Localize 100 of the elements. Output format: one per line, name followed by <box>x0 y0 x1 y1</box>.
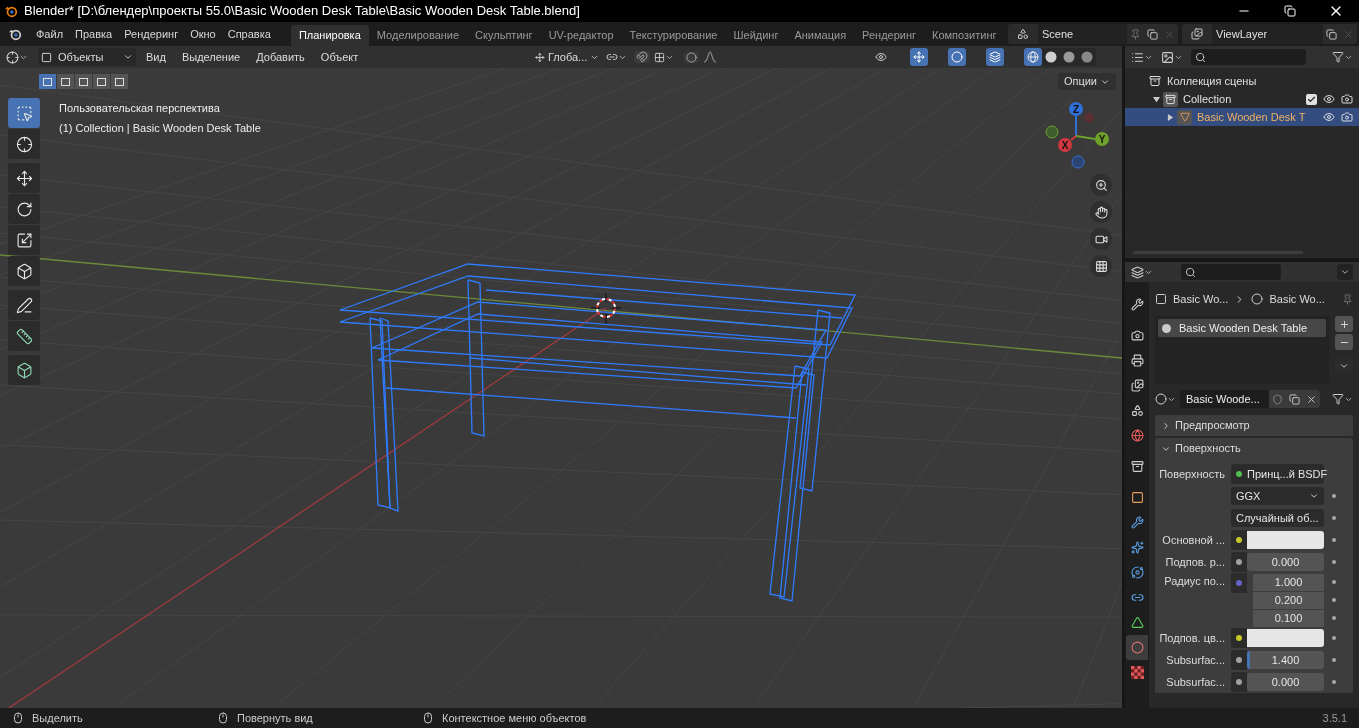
menu-item[interactable]: Объект <box>314 48 365 66</box>
menu-item[interactable]: Правка <box>69 22 119 46</box>
field-label: Поверхность <box>1159 466 1226 482</box>
zoom-button[interactable] <box>1090 174 1112 196</box>
number-field[interactable]: 0.200 <box>1253 591 1324 609</box>
workspace-tab[interactable]: UV-редактор <box>540 25 622 46</box>
move-tool[interactable] <box>8 163 40 193</box>
add-cube-tool[interactable] <box>8 355 40 385</box>
view-layer-selector[interactable]: ViewLayer <box>1182 24 1357 44</box>
workspace-tab[interactable]: Композитинг <box>924 25 1005 46</box>
panel-header[interactable]: Поверхность <box>1155 438 1353 459</box>
panel-header[interactable]: Предпросмотр <box>1155 415 1353 436</box>
breadcrumb-item[interactable]: Basic Wo... <box>1269 290 1325 308</box>
search-field[interactable] <box>1191 49 1306 65</box>
scale-tool[interactable] <box>8 225 40 255</box>
arrows-toggle[interactable] <box>910 48 928 66</box>
workspace-tab[interactable]: Моделирование <box>368 25 468 46</box>
editor-type-button[interactable] <box>1131 265 1153 279</box>
menu-item[interactable]: Вид <box>140 48 172 66</box>
rotate-tool[interactable] <box>8 194 40 224</box>
snap-button[interactable] <box>634 51 651 63</box>
number-field[interactable]: 0.000 <box>1247 553 1324 571</box>
menu-item[interactable]: Файл <box>30 22 70 46</box>
field-label: Подпов. р... <box>1164 554 1226 570</box>
outliner-row[interactable]: Коллекция сцены <box>1125 72 1359 90</box>
number-field[interactable]: 0.000 <box>1247 673 1324 691</box>
remove-slot-button[interactable] <box>1335 334 1353 350</box>
scene-selector[interactable]: Scene <box>1008 24 1178 44</box>
workspace-tab[interactable]: Анимация <box>786 25 855 46</box>
number-field[interactable]: 0.100 <box>1253 609 1324 627</box>
menu-item[interactable]: Рендеринг <box>118 22 185 46</box>
axis-handle[interactable] <box>1084 113 1094 123</box>
duplicate-icon[interactable] <box>1289 393 1300 405</box>
axis-handle[interactable]: Z <box>1069 102 1083 116</box>
fake-user-icon[interactable] <box>1272 393 1283 405</box>
workspace-tab[interactable]: Скульптинг <box>467 25 541 46</box>
axis-handle[interactable]: Y <box>1095 132 1109 146</box>
checkbox[interactable] <box>1306 93 1317 105</box>
editor-type-button[interactable] <box>1131 50 1153 64</box>
squares-toggle[interactable] <box>986 48 1004 66</box>
slider-field[interactable]: 1.400 <box>1247 651 1324 669</box>
camera-icon[interactable] <box>1341 93 1353 105</box>
select-mode-button[interactable] <box>111 74 128 89</box>
select-mode-button[interactable] <box>39 74 56 89</box>
display-mode-button[interactable] <box>1161 50 1183 64</box>
menu-item[interactable]: Окно <box>184 22 222 46</box>
measure-tool[interactable] <box>8 321 40 351</box>
expand-triangle-icon[interactable] <box>1152 95 1160 103</box>
proportional-button[interactable] <box>684 51 700 63</box>
window-title: Blender* [D:\блендер\проекты 55.0\Basic Wooden Desk Table\Basic Wooden Desk Table.blend] <box>24 2 580 21</box>
shading-button[interactable] <box>1024 48 1042 66</box>
select-mode-button[interactable] <box>75 74 92 89</box>
eye-icon[interactable] <box>1323 93 1335 105</box>
workspace-tab[interactable]: Планировка <box>290 25 369 46</box>
dropdown[interactable]: Случайный об... <box>1231 509 1324 527</box>
transform-tool[interactable] <box>8 256 40 286</box>
orientation-dropdown[interactable]: Глоба... <box>532 48 603 66</box>
axis-handle[interactable] <box>1045 125 1059 139</box>
mode-dropdown[interactable]: Объекты <box>38 48 136 66</box>
camera-icon[interactable] <box>1341 111 1353 123</box>
menu-item[interactable]: Выделение <box>175 48 247 66</box>
select-mode-button[interactable] <box>57 74 74 89</box>
axis-handle[interactable] <box>1071 155 1085 169</box>
number-field[interactable]: 1.000 <box>1253 573 1324 591</box>
collection-icon <box>1130 460 1144 473</box>
options-dropdown[interactable]: Опции <box>1057 73 1116 90</box>
pin-icon[interactable] <box>1342 293 1353 305</box>
material-name-field[interactable]: Basic Woode... <box>1180 390 1320 408</box>
workspace-tab[interactable]: Рендеринг <box>854 25 925 46</box>
workspace-tab[interactable]: Шейдинг <box>725 25 787 46</box>
menu-item[interactable]: Добавить <box>250 48 311 66</box>
snap-target-button[interactable] <box>654 51 675 63</box>
annotate-tool[interactable] <box>8 290 40 320</box>
circles-toggle[interactable] <box>948 48 966 66</box>
color-swatch[interactable] <box>1247 531 1324 549</box>
material-slot[interactable]: Basic Wooden Desk Table <box>1158 319 1326 337</box>
breadcrumb-item[interactable]: Basic Wo... <box>1173 290 1229 308</box>
color-swatch[interactable] <box>1247 629 1324 647</box>
outliner-row[interactable]: Basic Wooden Desk T <box>1125 108 1359 126</box>
node-link-button[interactable] <box>1332 393 1353 405</box>
material-browse-button[interactable] <box>1155 393 1176 405</box>
search-field[interactable] <box>1181 264 1281 280</box>
dropdown[interactable]: GGX <box>1231 487 1324 505</box>
pan-button[interactable] <box>1090 201 1112 223</box>
collapse-triangle-icon[interactable] <box>1166 113 1174 121</box>
camera-view-button[interactable] <box>1090 228 1112 250</box>
axis-handle[interactable]: X <box>1058 138 1072 152</box>
workspace-tab[interactable]: Текстурирование <box>621 25 726 46</box>
camera-icon <box>1130 329 1144 342</box>
select-mode-button[interactable] <box>93 74 110 89</box>
falloff-icon[interactable] <box>703 51 718 63</box>
outliner-row[interactable]: Collection <box>1125 90 1359 108</box>
eye-icon[interactable] <box>1323 111 1335 123</box>
unlink-icon[interactable] <box>1306 393 1317 405</box>
funnel-icon <box>1332 393 1344 405</box>
filter-button[interactable] <box>1332 51 1353 63</box>
add-slot-button[interactable] <box>1335 316 1353 332</box>
projection-button[interactable] <box>1090 255 1112 277</box>
menu-item[interactable]: Справка <box>221 22 277 46</box>
cursor-tool[interactable] <box>8 129 40 159</box>
